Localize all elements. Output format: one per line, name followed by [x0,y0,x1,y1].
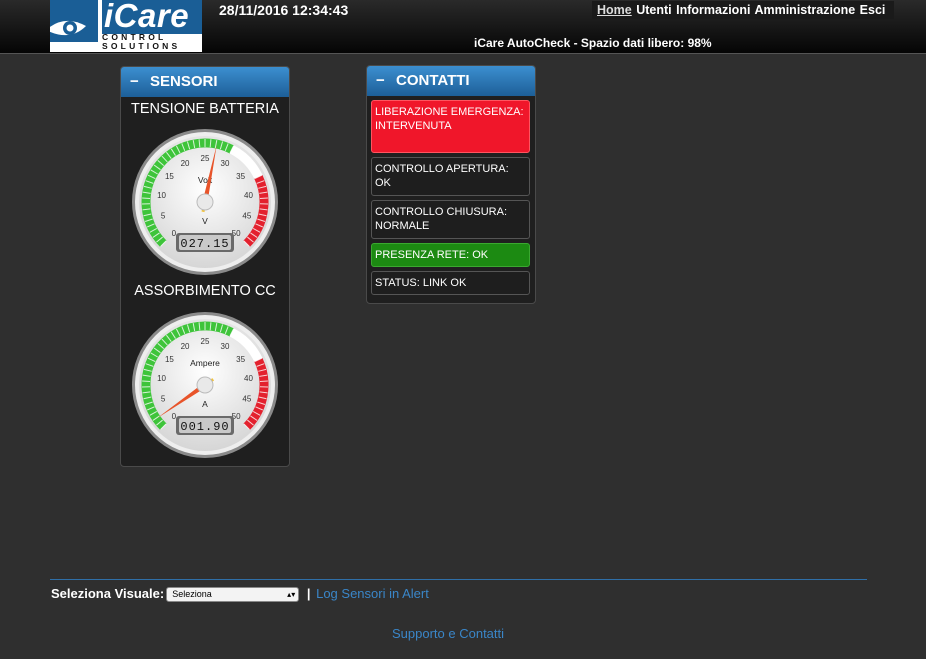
footer-separator: | [306,586,311,601]
gauge-tick-label: 0 [172,229,177,238]
gauge-tick-label: 10 [157,374,166,383]
footer-divider [50,579,867,580]
gauge-tick-label: 25 [201,337,210,346]
gauge-lcd-value: 001.90 [180,420,229,434]
log-sensori-link[interactable]: Log Sensori in Alert [316,586,429,601]
gauge-tick-label: 30 [221,342,230,351]
gauge-tick-label: 30 [221,159,230,168]
gauge-tick-label: 20 [181,159,190,168]
logo-brand-text: iCare [102,0,202,34]
gauge-title-current: ASSORBIMENTO CC [134,283,276,299]
visual-select-value: Seleziona [172,589,212,600]
gauge-tick [259,380,268,383]
gauge-tick-label: 20 [181,342,190,351]
gauge-tick-label: 45 [242,395,251,404]
gauge-tick-label: 35 [236,172,245,181]
icare-logo[interactable]: iCare CONTROL SOLUTIONS [50,0,202,52]
current-gauge: 05101520253035404550AmpereA001.90 [132,312,278,458]
sensori-panel: − SENSORI TENSIONE BATTERIA 0 5 10 15 20 25 30 3… [120,66,290,467]
gauge-unit-label: Ampere [190,358,220,368]
gauge-tick-label: 0 [172,412,177,421]
gauge-hub [196,376,214,394]
contact-status-link: STATUS: LINK OK [371,271,530,295]
collapse-icon[interactable]: − [376,66,396,96]
gauge-tick-label: 15 [165,355,174,364]
top-bar: iCare CONTROL SOLUTIONS 28/11/2016 12:34… [0,0,926,54]
nav-informazioni[interactable]: Informazioni [676,3,750,17]
logo-tagline-line2: SOLUTIONS [102,41,181,51]
nav-esci[interactable]: Esci [860,3,886,17]
contatti-title: CONTATTI [396,72,470,89]
gauge-tick-label: 40 [244,191,253,200]
contact-presenza-rete: PRESENZA RETE: OK [371,243,530,267]
contact-liberazione-emergenza: LIBERAZIONE EMERGENZA: INTERVENUTA [371,100,530,153]
gauge-hub [196,193,214,211]
gauge-tick [142,380,151,383]
main-nav: Home Utenti Informazioni Amministrazione… [592,1,895,19]
contact-controllo-chiusura: CONTROLLO CHIUSURA: NORMALE [371,200,530,239]
contatti-panel: − CONTATTI LIBERAZIONE EMERGENZA: INTERVE… [366,65,536,304]
sensori-panel-header[interactable]: − SENSORI [121,67,289,97]
select-arrows-icon: ▴▾ [287,590,296,600]
gauge-tick [259,197,268,200]
collapse-icon[interactable]: − [130,67,150,97]
gauge-unit: V [202,216,208,226]
logo-tagline: CONTROL SOLUTIONS [102,33,202,51]
gauge-tick-label: 5 [161,395,166,404]
sensori-title: SENSORI [150,73,218,90]
current-datetime: 28/11/2016 12:34:43 [219,2,349,18]
support-link[interactable]: Supporto e Contatti [392,626,504,641]
nav-home[interactable]: Home [597,3,632,17]
gauge-tick-label: 40 [244,374,253,383]
visual-select[interactable]: Seleziona ▴▾ [166,587,300,603]
voltage-gauge: 05101520253035404550VoltV027.15 [132,129,278,275]
contatti-panel-header[interactable]: − CONTATTI [367,66,535,96]
gauge-tick-label: 45 [242,212,251,221]
contact-controllo-apertura: CONTROLLO APERTURA: OK [371,157,530,196]
gauge-title-battery: TENSIONE BATTERIA [131,101,279,117]
gauge-tick-label: 5 [161,212,166,221]
gauge-tick-label: 10 [157,191,166,200]
gauge-tick-label: 15 [165,172,174,181]
nav-amministrazione[interactable]: Amministrazione [754,3,855,17]
gauge-tick [142,197,151,200]
gauge-tick-label: 35 [236,355,245,364]
footer-controls: Seleziona Visuale: Seleziona ▴▾ | Log Sens… [51,586,429,603]
select-visual-label: Seleziona Visuale: [51,586,165,601]
nav-utenti[interactable]: Utenti [636,3,671,17]
gauge-tick-label: 25 [201,154,210,163]
autocheck-status: iCare AutoCheck - Spazio dati libero: 98… [474,36,712,50]
gauge-lcd-value: 027.15 [180,237,229,251]
gauge-unit: A [202,399,208,409]
eye-logo-icon [50,0,98,52]
